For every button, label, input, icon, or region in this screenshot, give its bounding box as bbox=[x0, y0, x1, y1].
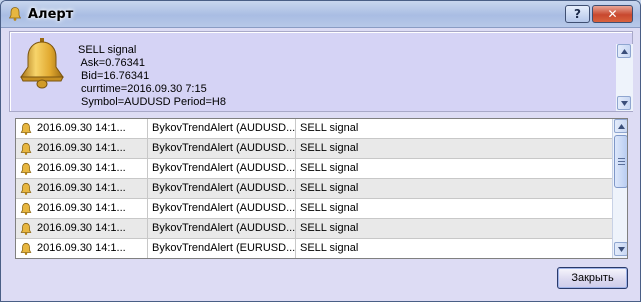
close-button[interactable]: Закрыть bbox=[557, 267, 628, 289]
list-item[interactable]: 2016.09.30 14:1... BykovTrendAlert (AUDUS… bbox=[16, 159, 612, 179]
alert-time: 2016.09.30 14:1... bbox=[36, 219, 148, 238]
alert-message-cell: SELL signal bbox=[300, 242, 359, 254]
alert-message-cell: SELL signal bbox=[300, 222, 359, 234]
scroll-down-button[interactable] bbox=[617, 96, 631, 110]
scroll-thumb[interactable] bbox=[614, 135, 627, 188]
alert-source: BykovTrendAlert (AUDUSD... bbox=[148, 139, 296, 158]
alert-message-cell: SELL signal bbox=[300, 122, 359, 134]
message-scrollbar[interactable] bbox=[616, 44, 633, 111]
alert-message-cell: SELL signal bbox=[300, 162, 359, 174]
bell-icon bbox=[19, 122, 33, 136]
list-item[interactable]: 2016.09.30 14:1... BykovTrendAlert (AUDUS… bbox=[16, 139, 612, 159]
bell-icon bbox=[19, 142, 33, 156]
bell-icon bbox=[19, 182, 33, 196]
bell-icon bbox=[19, 202, 33, 216]
scroll-up-button[interactable] bbox=[617, 44, 631, 58]
alert-source: BykovTrendAlert (AUDUSD... bbox=[148, 199, 296, 218]
window-close-button[interactable]: ✕ bbox=[592, 5, 633, 23]
close-icon: ✕ bbox=[607, 7, 618, 21]
alert-source: BykovTrendAlert (AUDUSD... bbox=[148, 159, 296, 178]
arrow-down-icon bbox=[617, 246, 625, 252]
list-item[interactable]: 2016.09.30 14:1... BykovTrendAlert (AUDUS… bbox=[16, 219, 612, 239]
alert-time: 2016.09.30 14:1... bbox=[36, 119, 148, 138]
arrow-down-icon bbox=[620, 100, 628, 106]
alert-message: SELL signal Ask=0.76341 Bid=16.76341 cur… bbox=[78, 44, 226, 108]
alert-window: Алерт ? ✕ SELL signal Ask=0.76341 Bid=16… bbox=[0, 0, 641, 302]
help-button[interactable]: ? bbox=[565, 5, 590, 23]
list-item[interactable]: 2016.09.30 14:1... BykovTrendAlert (AUDUS… bbox=[16, 199, 612, 219]
bell-icon bbox=[7, 6, 23, 22]
title-bar[interactable]: Алерт ? ✕ bbox=[1, 1, 640, 28]
list-item[interactable]: 2016.09.30 14:1... BykovTrendAlert (EURUS… bbox=[16, 239, 612, 258]
arrow-up-icon bbox=[620, 48, 628, 54]
alert-message-cell: SELL signal bbox=[300, 142, 359, 154]
alert-time: 2016.09.30 14:1... bbox=[36, 159, 148, 178]
bell-icon bbox=[19, 222, 33, 236]
help-label: ? bbox=[574, 7, 581, 21]
alert-time: 2016.09.30 14:1... bbox=[36, 239, 148, 258]
alert-message-cell: SELL signal bbox=[300, 202, 359, 214]
alert-source: BykovTrendAlert (EURUSD... bbox=[148, 239, 296, 258]
grip-icon bbox=[617, 158, 625, 165]
scroll-up-button[interactable] bbox=[614, 119, 627, 133]
scroll-down-button[interactable] bbox=[614, 242, 627, 256]
alert-message-cell: SELL signal bbox=[300, 182, 359, 194]
alert-time: 2016.09.30 14:1... bbox=[36, 139, 148, 158]
arrow-up-icon bbox=[617, 123, 625, 129]
alerts-list[interactable]: 2016.09.30 14:1... BykovTrendAlert (EURUS… bbox=[15, 118, 628, 259]
window-title: Алерт bbox=[28, 7, 74, 22]
list-item[interactable]: 2016.09.30 14:1... BykovTrendAlert (AUDUS… bbox=[16, 119, 612, 139]
bell-icon bbox=[19, 242, 33, 256]
alert-time: 2016.09.30 14:1... bbox=[36, 199, 148, 218]
list-item[interactable]: 2016.09.30 14:1... BykovTrendAlert (AUDUS… bbox=[16, 179, 612, 199]
alert-source: BykovTrendAlert (AUDUSD... bbox=[148, 119, 296, 138]
alert-source: BykovTrendAlert (AUDUSD... bbox=[148, 179, 296, 198]
bell-icon bbox=[14, 35, 70, 91]
list-scrollbar[interactable] bbox=[612, 119, 627, 258]
message-panel: SELL signal Ask=0.76341 Bid=16.76341 cur… bbox=[9, 31, 633, 112]
bell-icon bbox=[19, 162, 33, 176]
alert-time: 2016.09.30 14:1... bbox=[36, 179, 148, 198]
alert-source: BykovTrendAlert (AUDUSD... bbox=[148, 219, 296, 238]
